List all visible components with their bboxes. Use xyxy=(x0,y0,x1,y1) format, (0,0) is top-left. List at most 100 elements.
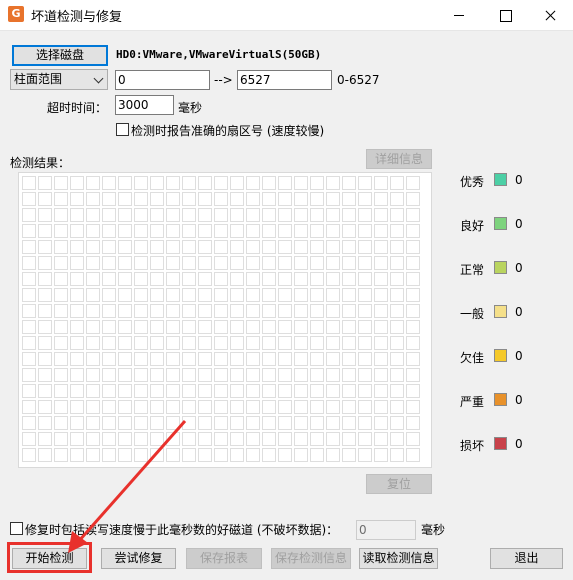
grid-cell xyxy=(406,448,420,462)
exit-button[interactable]: 退出 xyxy=(490,548,563,569)
grid-cell xyxy=(342,448,356,462)
load-scan-info-button[interactable]: 读取检测信息 xyxy=(359,548,438,569)
grid-cell xyxy=(374,176,388,190)
grid-cell xyxy=(390,336,404,350)
grid-cell xyxy=(406,176,420,190)
grid-cell xyxy=(310,272,324,286)
legend-swatch xyxy=(494,393,507,406)
grid-cell xyxy=(182,240,196,254)
grid-cell xyxy=(166,320,180,334)
close-icon[interactable] xyxy=(527,0,573,31)
grid-cell xyxy=(166,176,180,190)
grid-cell xyxy=(150,352,164,366)
grid-cell xyxy=(294,384,308,398)
grid-cell xyxy=(118,432,132,446)
reset-button[interactable]: 复位 xyxy=(366,474,432,494)
grid-cell xyxy=(262,176,276,190)
minimize-icon[interactable] xyxy=(436,0,482,31)
range-mode-select[interactable]: 柱面范围 xyxy=(10,69,108,90)
disk-name: HD0:VMware,VMwareVirtualS(50GB) xyxy=(116,48,322,61)
grid-cell xyxy=(150,256,164,270)
grid-cell xyxy=(134,224,148,238)
legend-label: 优秀 xyxy=(460,175,485,189)
grid-cell xyxy=(310,400,324,414)
grid-cell xyxy=(166,224,180,238)
grid-cell xyxy=(310,304,324,318)
grid-cell xyxy=(246,432,260,446)
grid-cell xyxy=(214,384,228,398)
app-icon: G xyxy=(8,6,24,22)
report-exact-sector-checkbox[interactable] xyxy=(116,123,129,136)
grid-cell xyxy=(70,432,84,446)
legend-swatch xyxy=(494,261,507,274)
grid-cell xyxy=(22,400,36,414)
grid-cell xyxy=(182,224,196,238)
grid-cell xyxy=(294,272,308,286)
grid-cell xyxy=(390,256,404,270)
save-scan-info-button[interactable]: 保存检测信息 xyxy=(271,548,351,569)
grid-cell xyxy=(198,224,212,238)
grid-cell xyxy=(134,336,148,350)
grid-cell xyxy=(70,272,84,286)
grid-cell xyxy=(390,240,404,254)
grid-cell xyxy=(198,400,212,414)
grid-cell xyxy=(278,240,292,254)
title-bar: G 坏道检测与修复 xyxy=(0,0,573,31)
grid-cell xyxy=(54,384,68,398)
select-disk-button[interactable]: 选择磁盘 xyxy=(12,45,108,66)
legend-count: 0 xyxy=(515,437,523,451)
grid-cell xyxy=(70,192,84,206)
repair-slow-checkbox[interactable] xyxy=(10,522,23,535)
grid-cell xyxy=(278,352,292,366)
grid-cell xyxy=(86,208,100,222)
grid-cell xyxy=(86,336,100,350)
grid-cell xyxy=(22,256,36,270)
grid-cell xyxy=(326,272,340,286)
legend-item: 优秀 0 xyxy=(460,171,560,191)
grid-cell xyxy=(294,288,308,302)
grid-cell xyxy=(182,320,196,334)
save-report-button[interactable]: 保存报表 xyxy=(186,548,262,569)
grid-cell xyxy=(358,416,372,430)
grid-cell xyxy=(358,400,372,414)
grid-cell xyxy=(230,384,244,398)
results-label: 检测结果： xyxy=(10,156,71,170)
grid-cell xyxy=(326,176,340,190)
grid-cell xyxy=(230,288,244,302)
grid-cell xyxy=(150,304,164,318)
repair-slow-input[interactable]: 0 xyxy=(356,520,416,540)
grid-cell xyxy=(134,288,148,302)
timeout-input[interactable]: 3000 xyxy=(115,95,174,115)
grid-cell xyxy=(374,416,388,430)
grid-cell xyxy=(406,208,420,222)
grid-cell xyxy=(262,432,276,446)
grid-cell xyxy=(230,432,244,446)
grid-cell xyxy=(150,208,164,222)
grid-cell xyxy=(246,256,260,270)
grid-cell xyxy=(326,336,340,350)
maximize-icon[interactable] xyxy=(482,0,528,31)
grid-cell xyxy=(278,304,292,318)
grid-cell xyxy=(214,224,228,238)
grid-cell xyxy=(358,192,372,206)
grid-cell xyxy=(214,256,228,270)
grid-cell xyxy=(118,416,132,430)
grid-cell xyxy=(342,304,356,318)
annotation-highlight-box xyxy=(7,542,92,573)
grid-cell xyxy=(70,288,84,302)
range-start-input[interactable]: 0 xyxy=(115,70,210,90)
grid-cell xyxy=(326,320,340,334)
grid-cell xyxy=(262,240,276,254)
grid-cell xyxy=(22,272,36,286)
grid-cell xyxy=(374,304,388,318)
grid-cell xyxy=(246,448,260,462)
range-end-input[interactable]: 6527 xyxy=(237,70,332,90)
grid-cell xyxy=(166,368,180,382)
try-repair-button[interactable]: 尝试修复 xyxy=(101,548,176,569)
grid-cell xyxy=(310,224,324,238)
details-button[interactable]: 详细信息 xyxy=(366,149,432,169)
grid-cell xyxy=(86,368,100,382)
grid-cell xyxy=(182,448,196,462)
grid-cell xyxy=(390,368,404,382)
grid-cell xyxy=(262,368,276,382)
